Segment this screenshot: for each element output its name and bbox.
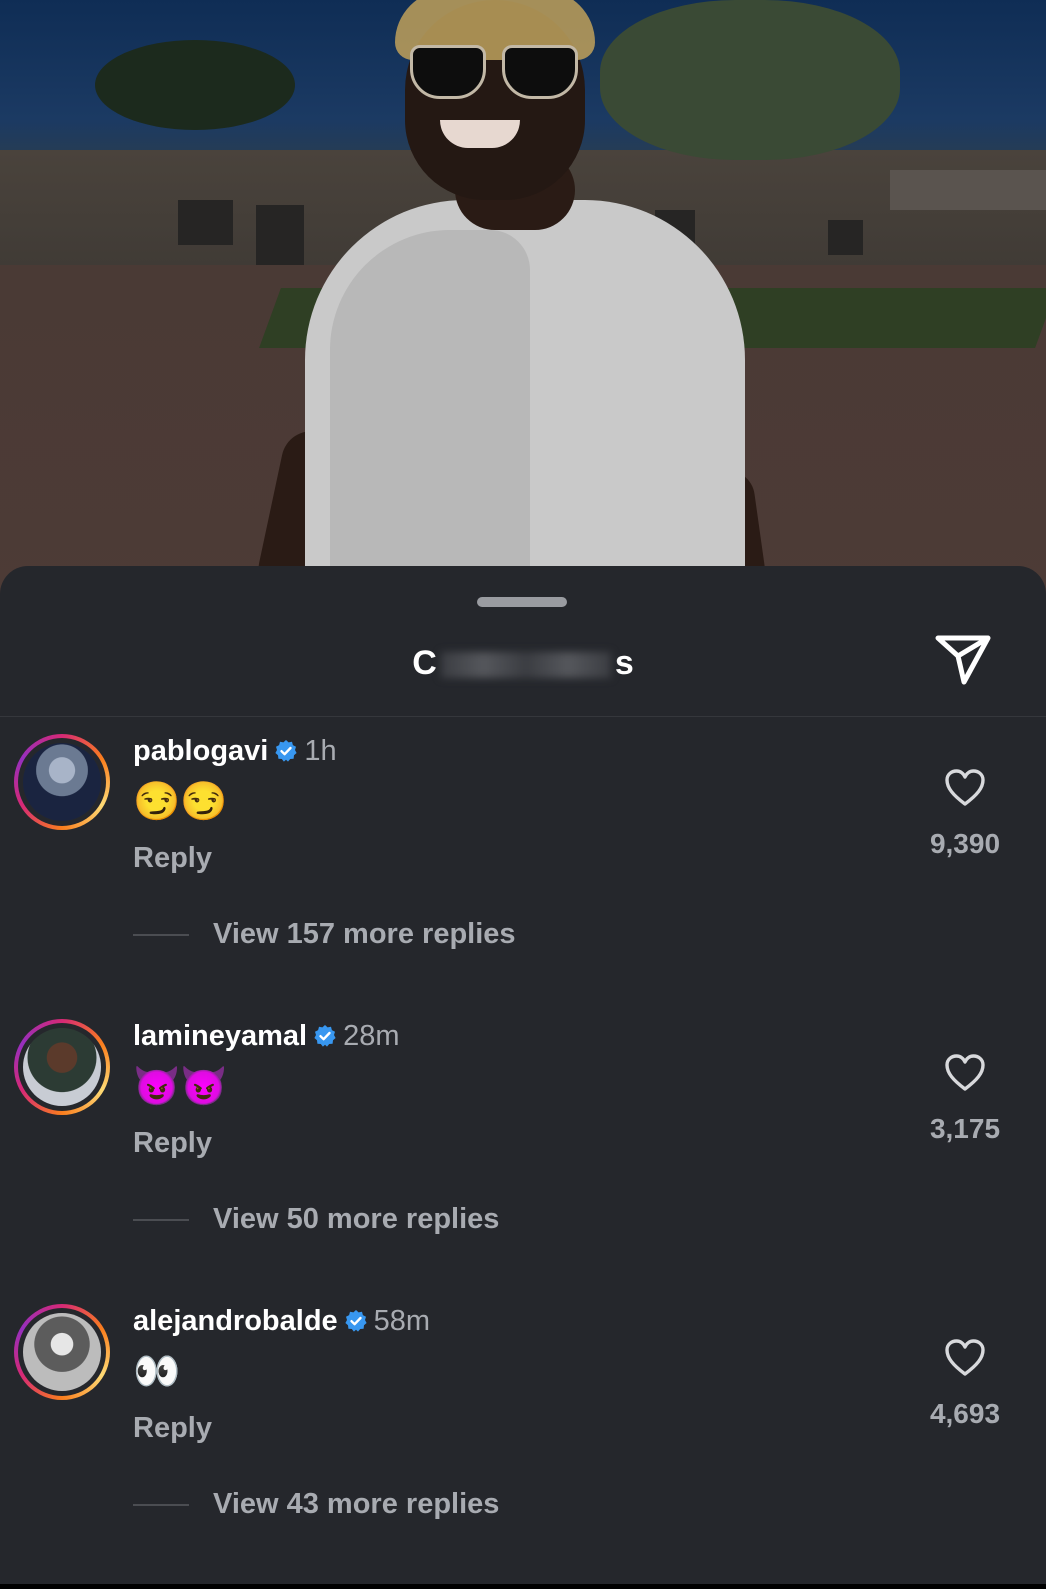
- verified-badge-icon: [345, 1310, 367, 1332]
- post-photo: [0, 0, 1046, 600]
- view-more-replies-label: View 157 more replies: [213, 918, 516, 950]
- comment-time: 58m: [373, 1305, 431, 1337]
- heart-icon[interactable]: [944, 1053, 986, 1093]
- like-count: 3,175: [929, 1113, 1001, 1144]
- comment-text: 😈😈: [133, 1066, 228, 1108]
- avatar[interactable]: [14, 734, 110, 830]
- verified-badge-icon: [314, 1025, 336, 1047]
- replies-line: [133, 1504, 189, 1507]
- comment-time: 1h: [304, 735, 337, 767]
- comment-text: 👀: [133, 1351, 181, 1393]
- comment-header: pablogavi 1h: [133, 734, 337, 768]
- comments-sheet: Cs pablogavi 1h 😏😏 Reply View 157 more re…: [0, 566, 1046, 1584]
- reply-button[interactable]: Reply: [133, 842, 212, 875]
- view-more-replies-button[interactable]: View 50 more replies: [133, 1203, 499, 1236]
- comment-item: alejandrobalde 58m 👀 Reply View 43 more r…: [0, 1304, 1046, 1589]
- header-divider: [0, 716, 1046, 717]
- comment-header: alejandrobalde 58m: [133, 1304, 430, 1338]
- comment-time: 28m: [343, 1020, 400, 1052]
- replies-line: [133, 1219, 189, 1222]
- like-count: 9,390: [929, 828, 1001, 859]
- comment-username[interactable]: lamineyamal: [133, 1020, 307, 1052]
- sheet-title-suffix: s: [614, 644, 634, 682]
- sheet-grabber[interactable]: [477, 597, 567, 607]
- sheet-title-prefix: C: [412, 644, 437, 682]
- comment-header: lamineyamal 28m: [133, 1019, 400, 1053]
- send-icon[interactable]: [934, 632, 994, 688]
- comment-item: lamineyamal 28m 😈😈 Reply View 50 more rep…: [0, 1019, 1046, 1304]
- heart-icon[interactable]: [944, 1338, 986, 1378]
- like-count: 4,693: [929, 1398, 1001, 1429]
- sheet-title: Cs: [0, 644, 1046, 683]
- verified-badge-icon: [275, 740, 297, 762]
- view-more-replies-button[interactable]: View 157 more replies: [133, 918, 516, 951]
- avatar[interactable]: [14, 1019, 110, 1115]
- comment-username[interactable]: alejandrobalde: [133, 1305, 338, 1337]
- view-more-replies-button[interactable]: View 43 more replies: [133, 1488, 499, 1521]
- view-more-replies-label: View 50 more replies: [213, 1203, 500, 1235]
- comment-text: 😏😏: [133, 781, 228, 823]
- replies-line: [133, 934, 189, 937]
- comment-item: pablogavi 1h 😏😏 Reply View 157 more repli…: [0, 734, 1046, 1019]
- heart-icon[interactable]: [944, 768, 986, 808]
- avatar[interactable]: [14, 1304, 110, 1400]
- view-more-replies-label: View 43 more replies: [213, 1488, 500, 1520]
- obscured-title-text: [440, 652, 611, 679]
- reply-button[interactable]: Reply: [133, 1127, 212, 1160]
- reply-button[interactable]: Reply: [133, 1412, 212, 1445]
- comment-username[interactable]: pablogavi: [133, 735, 268, 767]
